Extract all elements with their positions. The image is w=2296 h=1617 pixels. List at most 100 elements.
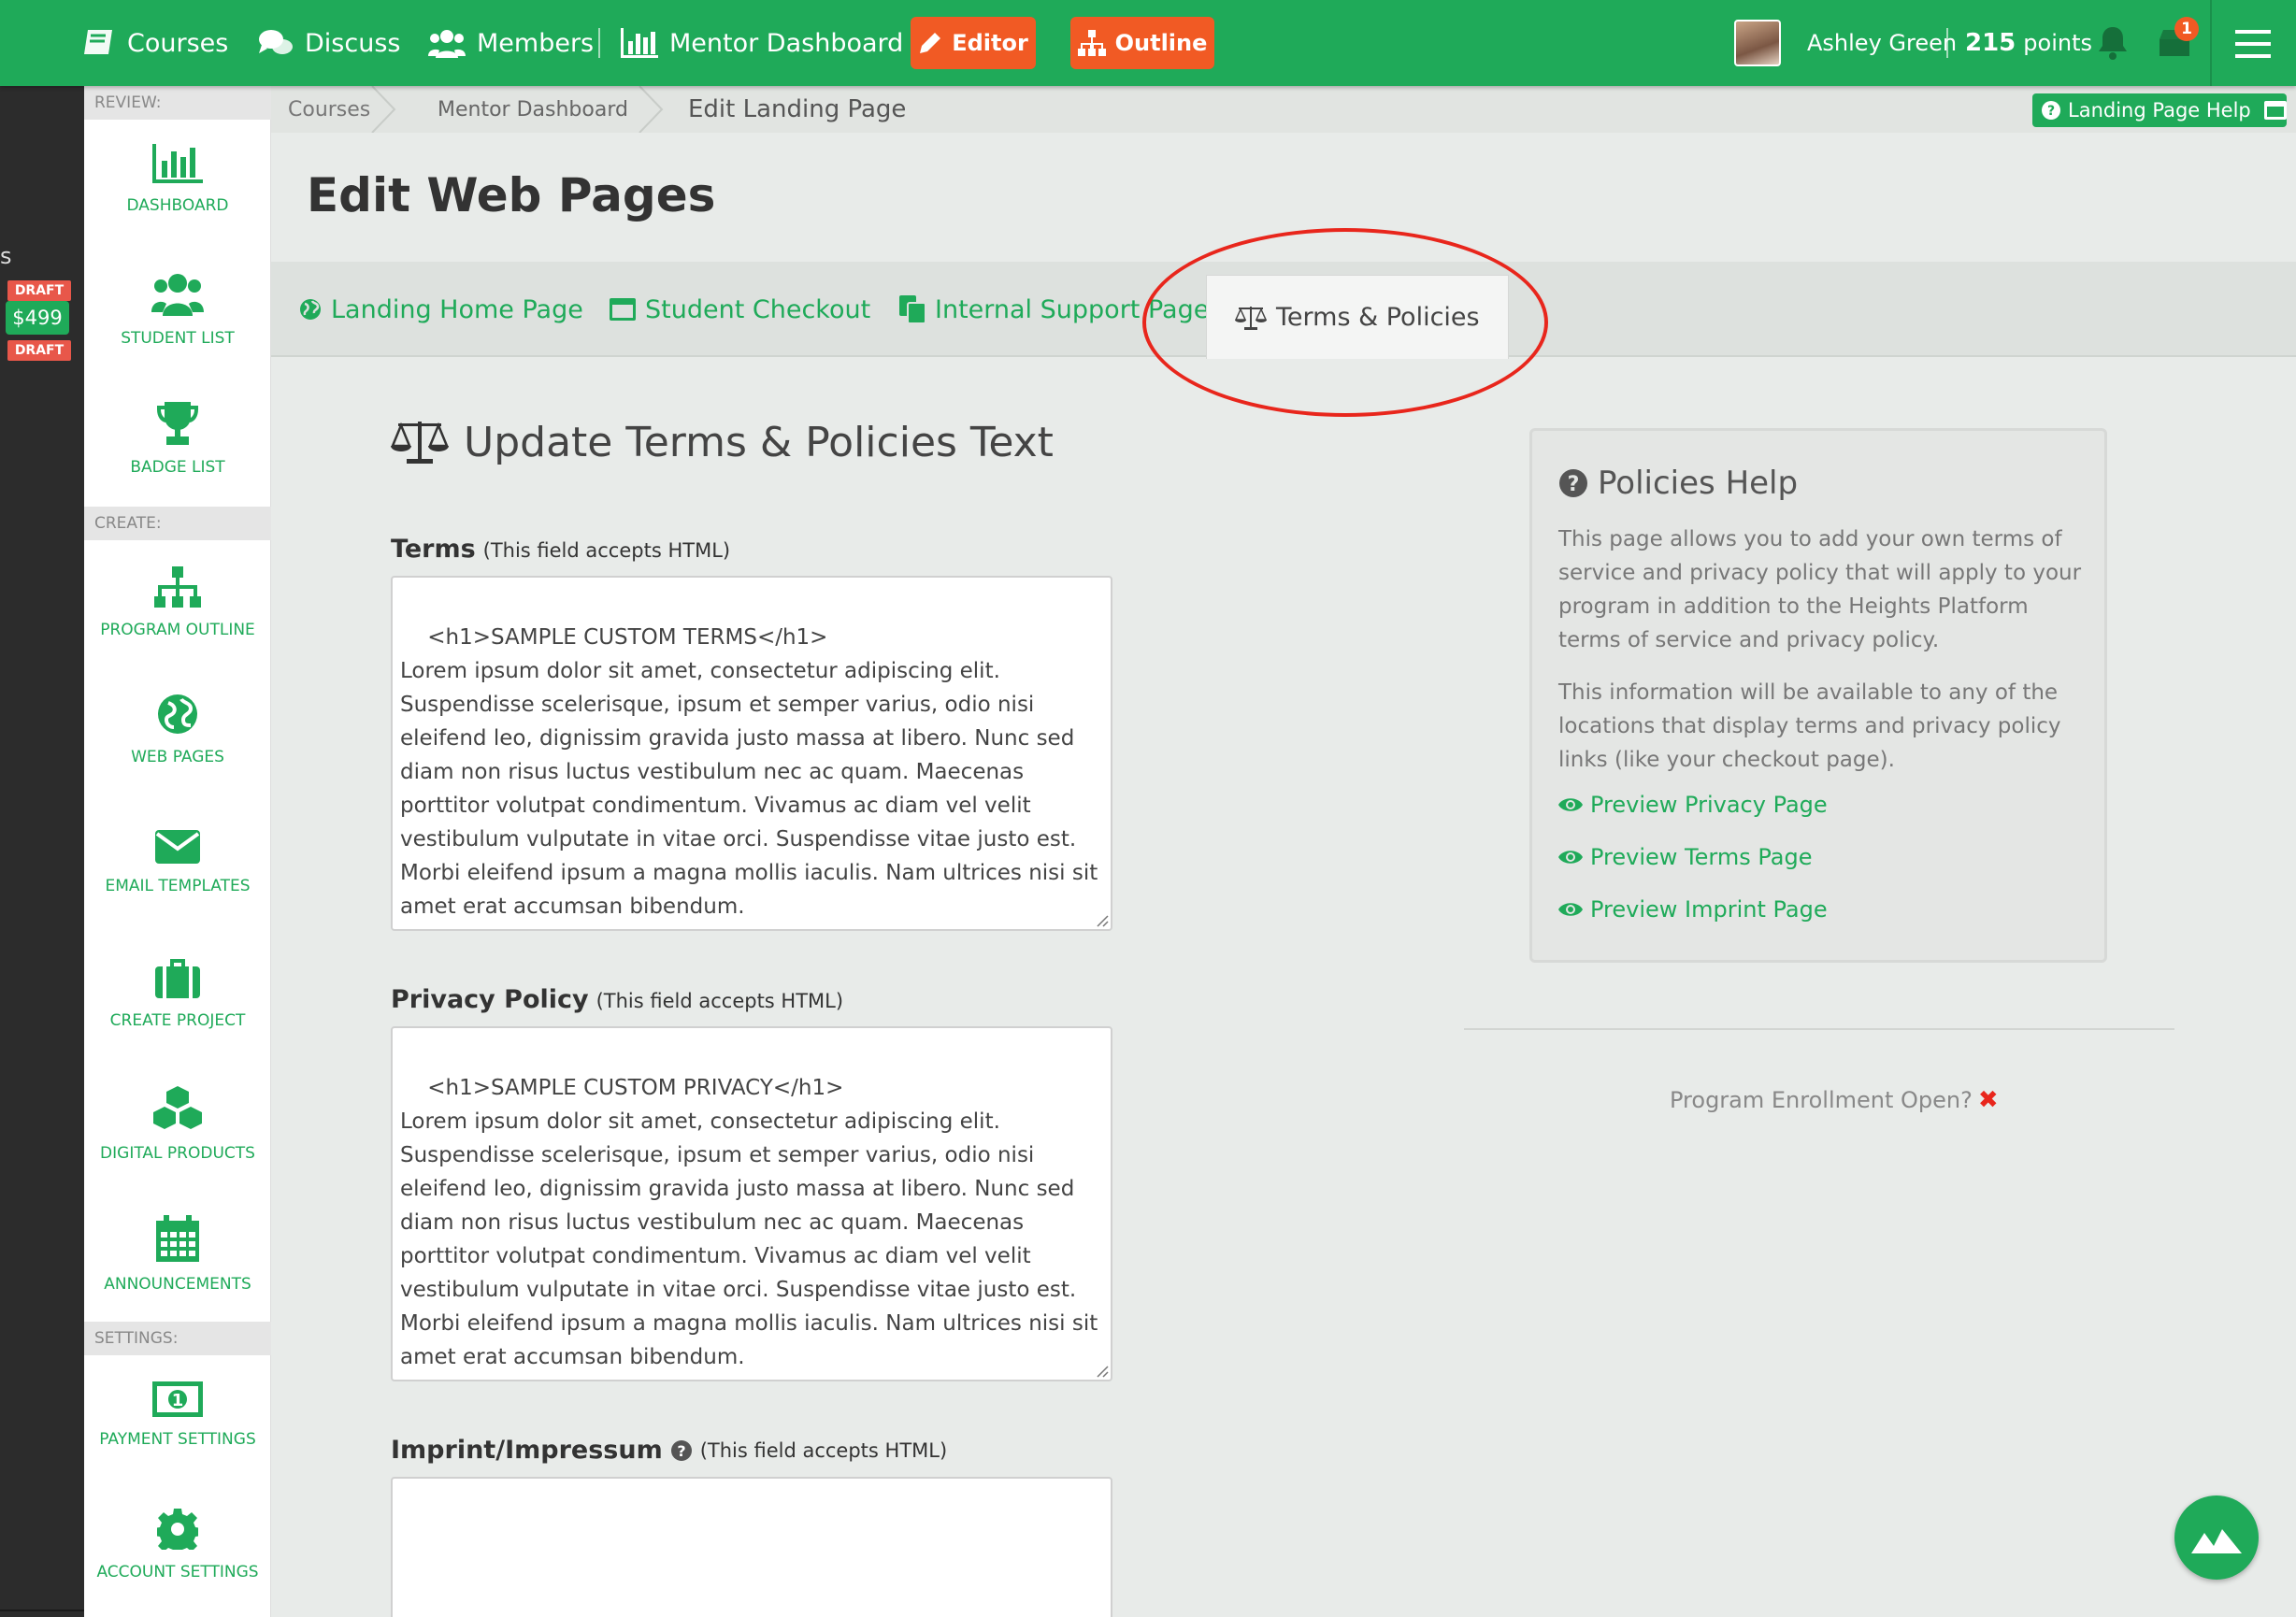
- sidebar-item-student-list[interactable]: STUDENT LIST: [84, 271, 271, 348]
- hamburger-menu-icon[interactable]: [2235, 30, 2271, 58]
- tab-student-checkout[interactable]: Student Checkout: [610, 262, 870, 357]
- book-icon: [84, 30, 112, 54]
- resize-handle-icon[interactable]: [1094, 912, 1109, 927]
- help-widget-button[interactable]: [2174, 1495, 2259, 1580]
- help-button-label: Landing Page Help: [2068, 99, 2251, 122]
- editor-button-label: Editor: [952, 30, 1028, 56]
- sidebar-item-label: STUDENT LIST: [121, 329, 235, 348]
- sidebar-item-label: DASHBOARD: [126, 196, 229, 215]
- eye-icon: [1558, 798, 1583, 811]
- nav-discuss[interactable]: Discuss: [258, 0, 400, 86]
- question-circle-icon: ?: [2042, 101, 2060, 120]
- tab-label: Landing Home Page: [331, 294, 583, 324]
- breadcrumb-separator: [371, 86, 396, 133]
- landing-page-help-button[interactable]: ? Landing Page Help: [2032, 93, 2287, 127]
- link-label: Preview Terms Page: [1590, 844, 1813, 870]
- sidebar-item-label: WEB PAGES: [131, 748, 224, 766]
- sidebar-item-web-pages[interactable]: WEB PAGES: [84, 694, 271, 766]
- sidebar-item-program-outline[interactable]: PROGRAM OUTLINE: [84, 566, 271, 639]
- terms-label: Terms (This field accepts HTML): [391, 535, 730, 564]
- policies-help-panel: ? Policies Help This page allows you to …: [1529, 428, 2107, 963]
- sidebar-item-label: ACCOUNT SETTINGS: [96, 1563, 259, 1581]
- resize-handle-icon[interactable]: [1094, 1363, 1109, 1378]
- points-display: 215 points: [1965, 0, 2092, 86]
- outline-button-label: Outline: [1114, 30, 1208, 56]
- sidebar-item-payment-settings[interactable]: 1 PAYMENT SETTINGS: [84, 1381, 271, 1449]
- html-note: (This field accepts HTML): [596, 990, 844, 1012]
- user-name[interactable]: Ashley Green: [1807, 0, 1957, 86]
- svg-text:?: ?: [2047, 104, 2055, 119]
- editor-button[interactable]: Editor: [911, 17, 1036, 69]
- privacy-textarea-value: <h1>SAMPLE CUSTOM PRIVACY</h1> Lorem ips…: [400, 1076, 1098, 1369]
- pencil-icon: [920, 33, 941, 53]
- nav-discuss-label: Discuss: [305, 28, 401, 58]
- calendar-icon: [156, 1215, 199, 1262]
- mentor-sidebar: REVIEW: DASHBOARD STUDENT LIST BADGE LIS…: [84, 86, 271, 1617]
- privacy-textarea[interactable]: <h1>SAMPLE CUSTOM PRIVACY</h1> Lorem ips…: [391, 1026, 1112, 1381]
- outline-button[interactable]: Outline: [1070, 17, 1214, 69]
- course-list-panel: s $499 DRAFT DRAFT: [0, 86, 84, 1617]
- svg-text:?: ?: [1568, 473, 1580, 496]
- breadcrumb-mentor-dashboard[interactable]: Mentor Dashboard: [438, 86, 628, 133]
- privacy-label-text: Privacy Policy: [391, 985, 589, 1014]
- sidebar-item-label: ANNOUNCEMENTS: [104, 1275, 251, 1294]
- breadcrumb-courses[interactable]: Courses: [288, 86, 370, 133]
- question-circle-icon: ?: [1559, 469, 1587, 497]
- avatar[interactable]: [1734, 20, 1781, 66]
- nav-courses-label: Courses: [127, 28, 229, 58]
- sidebar-item-digital-products[interactable]: DIGITAL PRODUCTS: [84, 1086, 271, 1163]
- html-note: (This field accepts HTML): [699, 1438, 948, 1462]
- users-icon: [151, 274, 204, 316]
- privacy-label: Privacy Policy (This field accepts HTML): [391, 985, 843, 1014]
- nav-divider: [598, 28, 600, 58]
- nav-members[interactable]: Members: [428, 0, 594, 86]
- bar-chart-icon: [621, 28, 658, 58]
- help-paragraph: This information will be available to an…: [1558, 680, 2061, 772]
- price-badge: $499: [6, 301, 69, 335]
- sidebar-item-email-templates[interactable]: EMAIL TEMPLATES: [84, 830, 271, 895]
- sidebar-item-badge-list[interactable]: BADGE LIST: [84, 402, 271, 477]
- user-divider: [1946, 28, 1948, 58]
- trophy-icon: [157, 402, 198, 445]
- bar-chart-icon: [152, 144, 203, 183]
- terms-textarea-value: <h1>SAMPLE CUSTOM TERMS</h1> Lorem ipsum…: [400, 625, 1098, 919]
- divider: [1464, 1028, 2174, 1030]
- menu-divider: [2210, 0, 2212, 86]
- terms-label-text: Terms: [391, 535, 476, 564]
- globe-icon: [158, 694, 197, 734]
- terms-textarea[interactable]: <h1>SAMPLE CUSTOM TERMS</h1> Lorem ipsum…: [391, 576, 1112, 931]
- link-label: Preview Privacy Page: [1590, 792, 1828, 818]
- top-navbar: Courses Discuss Members Mentor Dashboard…: [0, 0, 2296, 86]
- section-title: Update Terms & Policies Text: [391, 418, 1054, 466]
- nav-courses[interactable]: Courses: [82, 0, 228, 86]
- draft-badge: DRAFT: [7, 340, 71, 361]
- nav-members-label: Members: [477, 28, 595, 58]
- bell-icon[interactable]: [2097, 25, 2129, 61]
- nav-mentor-dashboard-label: Mentor Dashboard: [669, 28, 904, 58]
- sidebar-item-dashboard[interactable]: DASHBOARD: [84, 144, 271, 215]
- enrollment-label: Program Enrollment Open?: [1670, 1087, 1973, 1113]
- sidebar-item-label: PAYMENT SETTINGS: [99, 1430, 256, 1449]
- sidebar-item-account-settings[interactable]: ACCOUNT SETTINGS: [84, 1509, 271, 1581]
- preview-privacy-link[interactable]: Preview Privacy Page: [1558, 792, 1828, 818]
- preview-terms-link[interactable]: Preview Terms Page: [1558, 844, 1812, 870]
- section-title-text: Update Terms & Policies Text: [464, 418, 1054, 466]
- sidebar-item-create-project[interactable]: CREATE PROJECT: [84, 957, 271, 1030]
- sidebar-item-announcements[interactable]: ANNOUNCEMENTS: [84, 1215, 271, 1294]
- tab-landing-home-page[interactable]: Landing Home Page: [299, 262, 583, 357]
- close-icon[interactable]: ✖: [1978, 1086, 1999, 1114]
- copy-icon: [899, 295, 926, 323]
- sidebar-item-label: PROGRAM OUTLINE: [100, 621, 255, 639]
- help-panel-title: ? Policies Help: [1558, 465, 1798, 502]
- preview-imprint-link[interactable]: Preview Imprint Page: [1558, 896, 1828, 923]
- question-circle-icon[interactable]: ?: [670, 1439, 693, 1462]
- nav-mentor-dashboard[interactable]: Mentor Dashboard: [621, 0, 903, 86]
- link-label: Preview Imprint Page: [1590, 896, 1828, 923]
- chat-bubbles-icon: [259, 30, 293, 54]
- breadcrumb: Courses Mentor Dashboard Edit Landing Pa…: [271, 86, 2296, 133]
- imprint-textarea[interactable]: [391, 1477, 1112, 1617]
- sidebar-item-label: BADGE LIST: [130, 458, 225, 477]
- imprint-label-text: Imprint/Impressum: [391, 1436, 663, 1465]
- balance-scale-icon: [391, 422, 449, 464]
- enrollment-status[interactable]: Program Enrollment Open? ✖: [1670, 1086, 1999, 1114]
